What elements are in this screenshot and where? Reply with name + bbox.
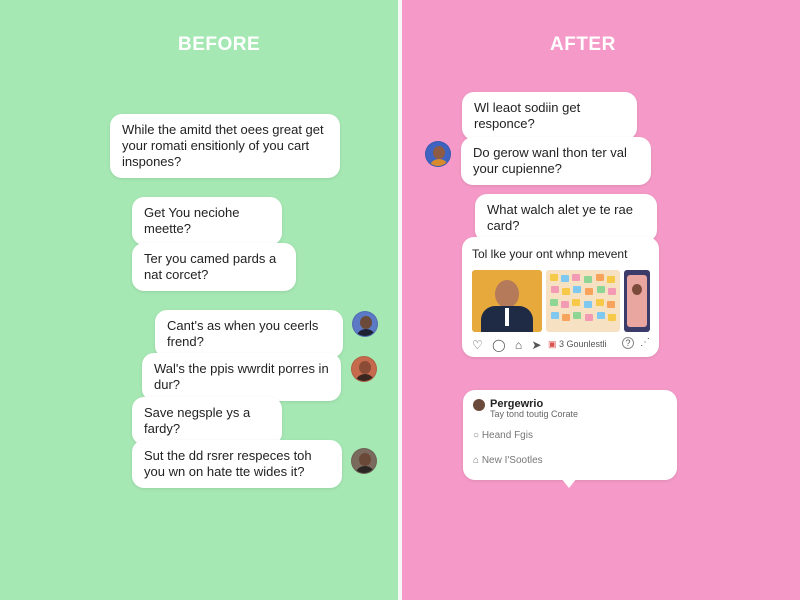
note: [585, 288, 593, 295]
note: [572, 274, 580, 281]
portrait-thumbnail[interactable]: [472, 270, 542, 332]
before-message-6: Save negsple ys a fardy?: [132, 397, 282, 445]
note: [608, 314, 616, 321]
note: [573, 312, 581, 319]
portrait-face: [495, 280, 519, 308]
note: [573, 286, 581, 293]
note: [550, 299, 558, 306]
avatar-body: [429, 159, 449, 166]
note: [596, 299, 604, 306]
phone-screen: [627, 275, 647, 327]
circle-icon: ○: [473, 430, 480, 441]
avatar-body: [355, 466, 375, 473]
menu-item-new-sootles[interactable]: ⌂ New I'Sootles: [473, 455, 543, 466]
after-message-3: What walch alet ye te rae card?: [475, 194, 657, 242]
note: [597, 312, 605, 319]
profile-subtitle: Tay tond toutig Corate: [490, 409, 579, 419]
note: [607, 276, 615, 283]
before-message-3: Ter you camed pards a nat corcet?: [132, 243, 296, 291]
note: [608, 288, 616, 295]
note: [584, 276, 592, 283]
profile-menu-card: Pergewrio Tay tond toutig Corate ○ Heand…: [463, 390, 677, 480]
menu-item-heand-fgis[interactable]: ○ Heand Fgis: [473, 430, 533, 441]
before-message-2: Get You neciohe meette?: [132, 197, 282, 245]
avatar-face: [433, 146, 445, 159]
note: [596, 274, 604, 281]
gift-icon: ▣: [548, 339, 557, 349]
before-message-1: While the amitd thet oees great get your…: [110, 114, 340, 178]
note: [551, 286, 559, 293]
note: [584, 301, 592, 308]
phone-photo-face: [632, 284, 642, 295]
feed-card-status: ▣ 3 Gounlestli: [548, 339, 607, 350]
bell-icon: ⌂: [473, 455, 480, 466]
note: [561, 275, 569, 282]
before-message-5: Wal's the ppis wwrdit porres in dur?: [142, 353, 341, 401]
note: [585, 314, 593, 321]
note: [550, 274, 558, 281]
help-icon[interactable]: ?: [622, 337, 634, 349]
after-heading: AFTER: [550, 34, 616, 55]
avatar-body: [355, 374, 375, 381]
portrait-shirt: [505, 308, 509, 326]
avatar-face: [359, 361, 371, 374]
note: [607, 301, 615, 308]
feed-card[interactable]: Tol lke your ont whnp mevent ♡ ◯ ⌂ ➤ ▣ 3…: [462, 237, 659, 357]
avatar: [352, 311, 378, 337]
before-panel: [0, 0, 398, 600]
note: [562, 288, 570, 295]
avatar: [425, 141, 451, 167]
comment-icon[interactable]: ◯: [492, 338, 505, 352]
note: [597, 286, 605, 293]
phone-thumbnail[interactable]: [624, 270, 650, 332]
before-message-4: Cant's as when you ceerls frend?: [155, 310, 343, 358]
feed-card-actions: ♡ ◯ ⌂ ➤: [472, 338, 548, 352]
note: [551, 312, 559, 319]
note: [572, 299, 580, 306]
avatar: [351, 356, 377, 382]
avatar: [473, 399, 485, 411]
avatar-face: [360, 316, 372, 329]
feed-card-title: Tol lke your ont whnp mevent: [472, 247, 628, 261]
menu-card-pointer: [561, 478, 577, 488]
menu-item-label: Heand Fgis: [481, 430, 533, 441]
feed-card-footer: 3 Gounlestli: [559, 339, 607, 349]
avatar-face: [359, 453, 371, 466]
sticky-notes-thumbnail[interactable]: [546, 270, 620, 332]
before-message-7: Sut the dd rsrer respeces toh you wn on …: [132, 440, 342, 488]
avatar: [351, 448, 377, 474]
menu-item-label: New I'Sootles: [481, 455, 543, 466]
more-icon[interactable]: ⋰: [640, 337, 650, 348]
like-icon[interactable]: ♡: [472, 338, 483, 352]
note: [562, 314, 570, 321]
share-icon[interactable]: ➤: [531, 338, 541, 352]
before-heading: BEFORE: [178, 34, 261, 55]
bookmark-icon[interactable]: ⌂: [515, 338, 522, 352]
after-message-2: Do gerow wanl thon ter val your cupienne…: [461, 137, 651, 185]
after-message-1: Wl leaot sodiin get responce?: [462, 92, 637, 140]
note: [561, 301, 569, 308]
avatar-body: [356, 329, 376, 336]
